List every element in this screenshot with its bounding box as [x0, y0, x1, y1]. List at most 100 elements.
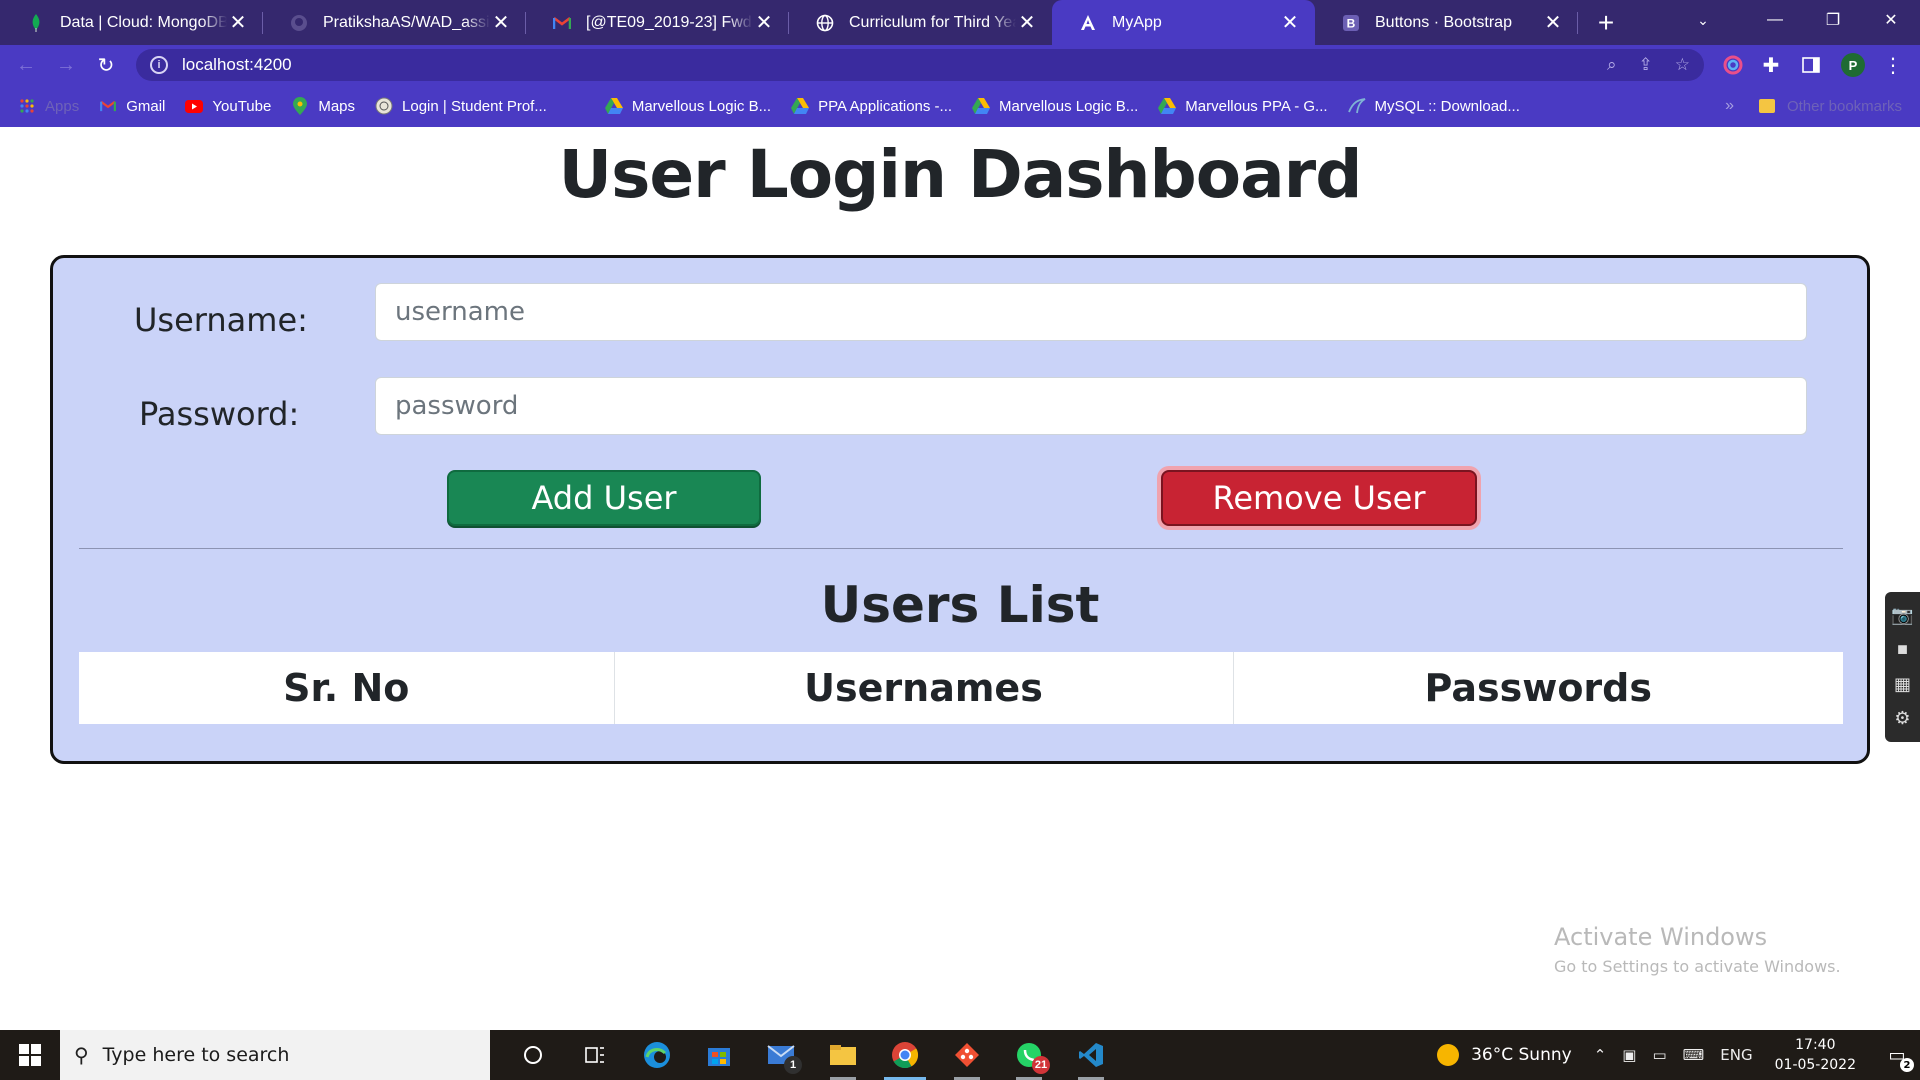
- close-icon[interactable]: ✕: [490, 12, 512, 34]
- users-table: Sr. No Usernames Passwords: [79, 652, 1843, 724]
- chrome-icon[interactable]: [874, 1030, 936, 1080]
- site-info-icon[interactable]: i: [150, 56, 168, 74]
- bookmark-drive-4[interactable]: Marvellous PPA - G...: [1158, 97, 1328, 115]
- bookmark-youtube[interactable]: YouTube: [185, 97, 271, 115]
- chevron-up-icon[interactable]: ⌃: [1594, 1046, 1607, 1064]
- mongodb-leaf-icon: [26, 13, 46, 33]
- tab-github[interactable]: PratikshaAS/WAD_assignments ✕: [263, 0, 526, 45]
- apps-grid-icon: [18, 97, 36, 115]
- browser-tab-strip: Data | Cloud: MongoDB Cloud ✕ PratikshaA…: [0, 0, 1920, 45]
- taskbar-search-input[interactable]: ⚲ Type here to search: [60, 1030, 490, 1080]
- weather-text: 36°C Sunny: [1471, 1045, 1572, 1065]
- bookmark-label: Marvellous Logic B...: [631, 97, 772, 115]
- bookmark-label: Gmail: [126, 97, 166, 115]
- bookmark-student-login[interactable]: Login | Student Prof...: [375, 97, 547, 115]
- bookmark-star-icon[interactable]: ☆: [1675, 55, 1690, 75]
- bookmarks-overflow-chevron-icon[interactable]: »: [1725, 85, 1734, 127]
- keyboard-icon[interactable]: ⌨: [1683, 1046, 1705, 1064]
- tab-mongodb[interactable]: Data | Cloud: MongoDB Cloud ✕: [0, 0, 263, 45]
- watermark-title: Activate Windows: [1554, 923, 1768, 951]
- network-icon[interactable]: ▣: [1622, 1046, 1636, 1064]
- maps-pin-icon: [291, 97, 309, 115]
- kebab-menu-icon[interactable]: ⋮: [1878, 45, 1908, 85]
- close-icon[interactable]: ✕: [1279, 12, 1301, 34]
- extension-color-icon[interactable]: [1718, 45, 1748, 85]
- column-header-usernames: Usernames: [613, 652, 1233, 724]
- username-label: Username:: [134, 301, 308, 339]
- video-camera-icon[interactable]: ■: [1897, 639, 1908, 660]
- extensions-puzzle-icon[interactable]: ✚: [1756, 45, 1786, 85]
- forward-arrow-icon[interactable]: →: [46, 45, 86, 85]
- close-icon[interactable]: ✕: [753, 12, 775, 34]
- close-icon[interactable]: ✕: [1016, 12, 1038, 34]
- address-bar[interactable]: i localhost:4200 ⌕ ⇪ ☆: [136, 49, 1704, 81]
- cortana-icon[interactable]: [502, 1030, 564, 1080]
- tab-bootstrap[interactable]: B Buttons · Bootstrap ✕: [1315, 0, 1578, 45]
- password-input[interactable]: [375, 377, 1807, 435]
- search-placeholder: Type here to search: [102, 1044, 290, 1066]
- google-drive-icon: [604, 97, 623, 115]
- window-close-icon[interactable]: ✕: [1862, 0, 1920, 40]
- new-tab-button[interactable]: +: [1584, 0, 1628, 45]
- minimize-icon[interactable]: —: [1746, 0, 1804, 40]
- language-indicator[interactable]: ENG: [1720, 1046, 1752, 1064]
- bookmark-label: Marvellous Logic B...: [999, 97, 1139, 115]
- profile-avatar[interactable]: P: [1838, 45, 1868, 85]
- gallery-icon[interactable]: ▦: [1894, 674, 1911, 695]
- bookmark-label: Marvellous PPA - G...: [1185, 97, 1328, 115]
- bookmark-drive-2[interactable]: PPA Applications -...: [791, 97, 952, 115]
- battery-icon[interactable]: ▭: [1652, 1046, 1666, 1064]
- restore-icon[interactable]: ❐: [1804, 0, 1862, 40]
- tab-gmail[interactable]: [@TE09_2019-23] Fwd: TE - ... ✕: [526, 0, 789, 45]
- whatsapp-icon[interactable]: 21: [998, 1030, 1060, 1080]
- vscode-icon[interactable]: [1060, 1030, 1122, 1080]
- weather-widget[interactable]: 36°C Sunny: [1437, 1044, 1572, 1066]
- windows-start-icon[interactable]: [0, 1030, 60, 1080]
- tab-search-chevron-icon[interactable]: ⌄: [1678, 0, 1728, 40]
- zoom-icon[interactable]: ⌕: [1607, 55, 1617, 75]
- back-arrow-icon[interactable]: ←: [6, 45, 46, 85]
- remove-user-button[interactable]: Remove User: [1161, 470, 1477, 526]
- add-user-button[interactable]: Add User: [447, 470, 761, 526]
- column-header-sr-no: Sr. No: [283, 666, 410, 710]
- bookmark-drive-3[interactable]: Marvellous Logic B...: [972, 97, 1138, 115]
- share-icon[interactable]: ⇪: [1639, 55, 1653, 75]
- window-controls: — ❐ ✕: [1746, 0, 1920, 40]
- reload-icon[interactable]: ↻: [86, 45, 126, 85]
- bookmark-label: Apps: [45, 97, 80, 115]
- notification-count: 2: [1900, 1058, 1914, 1072]
- tab-myapp[interactable]: MyApp ✕: [1052, 0, 1315, 45]
- url-text[interactable]: localhost:4200: [182, 55, 292, 75]
- bookmark-label: Login | Student Prof...: [402, 97, 547, 115]
- globe-icon: [815, 13, 835, 33]
- tab-curriculum[interactable]: Curriculum for Third Year of ✕: [789, 0, 1052, 45]
- bookmark-mysql[interactable]: MySQL :: Download...: [1347, 97, 1520, 115]
- angular-icon: [1078, 13, 1098, 33]
- bookmark-apps[interactable]: Apps: [18, 97, 79, 115]
- notifications-icon[interactable]: ▭ 2: [1874, 1030, 1920, 1080]
- clock-date: 01-05-2022: [1774, 1057, 1856, 1073]
- divider: [79, 548, 1843, 549]
- git-gui-icon[interactable]: [936, 1030, 998, 1080]
- user-form-card: Username: Password: Add User Remove User…: [50, 255, 1870, 764]
- clock[interactable]: 17:40 01-05-2022: [1775, 1035, 1856, 1075]
- microsoft-store-icon[interactable]: [688, 1030, 750, 1080]
- side-panel-icon[interactable]: [1796, 45, 1826, 85]
- edge-browser-icon[interactable]: [626, 1030, 688, 1080]
- username-input[interactable]: [375, 283, 1807, 341]
- gmail-icon: [99, 97, 117, 115]
- task-view-icon[interactable]: [564, 1030, 626, 1080]
- bookmark-drive-1[interactable]: Marvellous Logic B...: [604, 97, 772, 115]
- bookmark-maps[interactable]: Maps: [291, 97, 355, 115]
- bookmark-label: MySQL :: Download...: [1374, 97, 1520, 115]
- bootstrap-icon: B: [1341, 13, 1361, 33]
- close-icon[interactable]: ✕: [1542, 12, 1564, 34]
- settings-gear-icon[interactable]: ⚙: [1894, 708, 1910, 729]
- file-explorer-icon[interactable]: [812, 1030, 874, 1080]
- close-icon[interactable]: ✕: [227, 12, 249, 34]
- camera-icon[interactable]: 📷: [1891, 605, 1913, 626]
- other-bookmarks-folder[interactable]: Other bookmarks: [1758, 85, 1902, 127]
- mail-icon[interactable]: 1: [750, 1030, 812, 1080]
- bookmark-gmail[interactable]: Gmail: [99, 97, 165, 115]
- google-drive-icon: [1158, 97, 1177, 115]
